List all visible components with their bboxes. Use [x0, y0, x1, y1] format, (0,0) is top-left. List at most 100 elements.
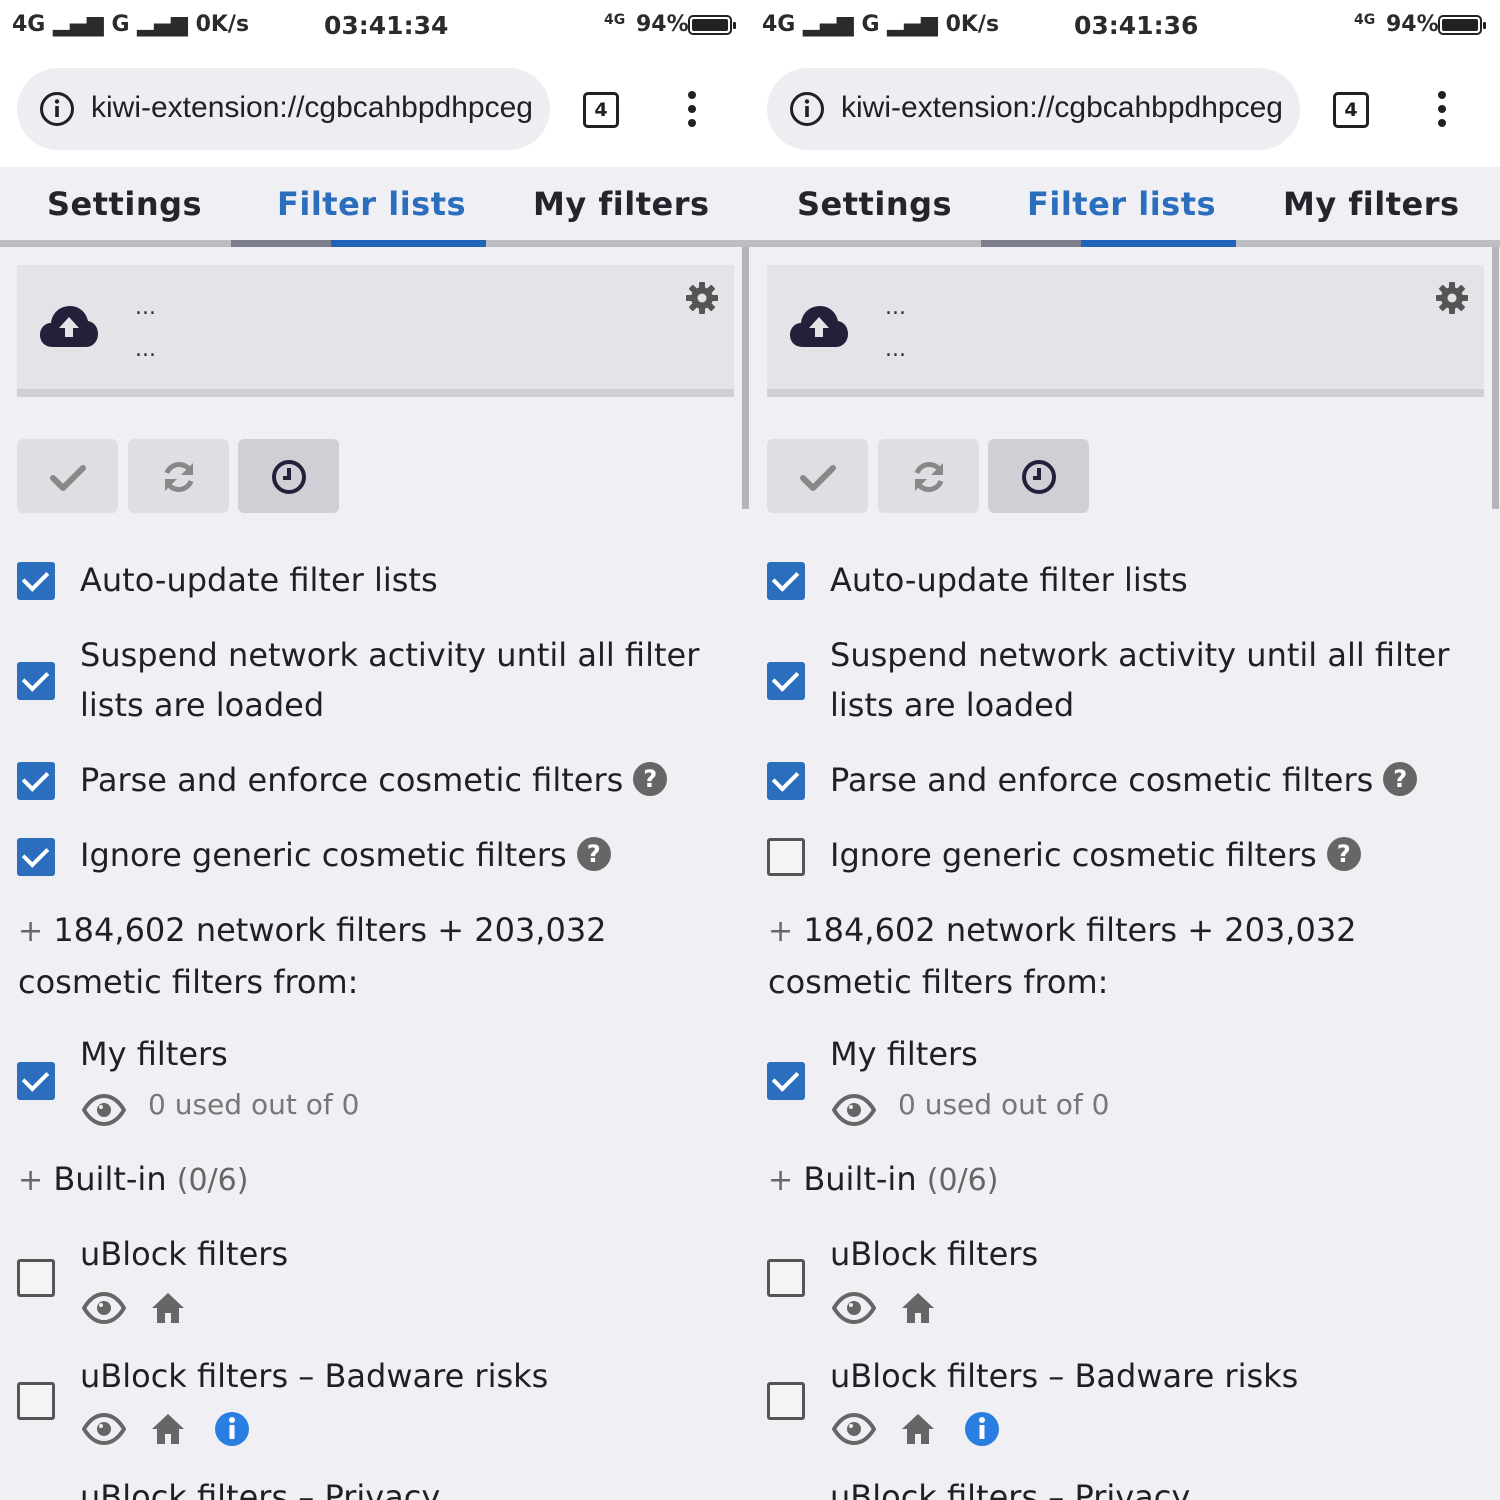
- auto-update-label: Auto-update filter lists: [80, 561, 438, 599]
- cloud-upload-icon[interactable]: [39, 303, 99, 351]
- suspend-network-label-line2: lists are loaded: [80, 686, 325, 724]
- badware-filters-checkbox[interactable]: [17, 1382, 55, 1420]
- my-filters-checkbox[interactable]: [767, 1062, 805, 1100]
- scrollbar[interactable]: [742, 247, 749, 509]
- tab-filter-lists[interactable]: Filter lists: [1027, 185, 1216, 223]
- auto-update-label: Auto-update filter lists: [830, 561, 1188, 599]
- purge-cache-button[interactable]: [988, 439, 1089, 513]
- help-icon[interactable]: ?: [1383, 762, 1418, 796]
- scrollbar[interactable]: [1492, 247, 1499, 509]
- builtin-label: Built-in: [53, 1160, 167, 1198]
- screenshot-panel-left: 4G ▂▄▆ G ▂▄▆ 0K/s 03:41:34 4G 94% kiwi-e…: [0, 0, 750, 1500]
- filter-counts-line2: cosmetic filters from:: [18, 963, 359, 1001]
- eye-icon[interactable]: [82, 1411, 126, 1447]
- tab-my-filters[interactable]: My filters: [533, 185, 710, 223]
- cosmetic-filters-row: Parse and enforce cosmetic filters?: [830, 755, 1418, 805]
- tab-switcher-button[interactable]: 4: [583, 92, 619, 128]
- filter-counts-line2: cosmetic filters from:: [768, 963, 1109, 1001]
- url-bar[interactable]: kiwi-extension://cgbcahbpdhpceg: [767, 68, 1300, 150]
- auto-update-checkbox[interactable]: [767, 562, 805, 600]
- ignore-generic-checkbox[interactable]: [767, 838, 805, 876]
- filter-counts: + 184,602 network filters + 203,032 cosm…: [768, 905, 1468, 1007]
- menu-dots-icon[interactable]: [1432, 90, 1452, 130]
- my-filters-used: 0 used out of 0: [898, 1088, 1110, 1121]
- apply-changes-button[interactable]: [767, 439, 868, 513]
- tab-my-filters[interactable]: My filters: [1283, 185, 1460, 223]
- info-icon[interactable]: [39, 91, 75, 127]
- home-icon[interactable]: [150, 1411, 186, 1447]
- tab-settings[interactable]: Settings: [47, 185, 202, 223]
- cosmetic-filters-checkbox[interactable]: [767, 762, 805, 800]
- suspend-network-checkbox[interactable]: [17, 662, 55, 700]
- help-icon[interactable]: ?: [633, 762, 668, 796]
- eye-icon[interactable]: [82, 1290, 126, 1326]
- my-filters-checkbox[interactable]: [17, 1062, 55, 1100]
- builtin-count: (0/6): [176, 1163, 249, 1198]
- info-icon[interactable]: [789, 91, 825, 127]
- url-bar[interactable]: kiwi-extension://cgbcahbpdhpceg: [17, 68, 550, 150]
- builtin-group[interactable]: + Built-in (0/6): [768, 1160, 998, 1198]
- url-text[interactable]: kiwi-extension://cgbcahbpdhpceg: [91, 88, 537, 128]
- gear-icon[interactable]: [685, 281, 719, 315]
- cosmetic-filters-checkbox[interactable]: [17, 762, 55, 800]
- home-icon[interactable]: [900, 1411, 936, 1447]
- status-line-1: ...: [135, 295, 156, 320]
- expand-icon[interactable]: +: [768, 1163, 793, 1198]
- eye-icon[interactable]: [832, 1092, 876, 1128]
- url-text[interactable]: kiwi-extension://cgbcahbpdhpceg: [841, 88, 1287, 128]
- clock-icon: [1022, 460, 1056, 494]
- apply-changes-button[interactable]: [17, 439, 118, 513]
- status-line-2: ...: [135, 337, 156, 362]
- my-filters-label: My filters: [830, 1035, 978, 1073]
- my-filters-used: 0 used out of 0: [148, 1088, 360, 1121]
- ignore-generic-row: Ignore generic cosmetic filters?: [830, 830, 1361, 880]
- tab-active-indicator: [231, 240, 486, 247]
- eye-icon[interactable]: [82, 1092, 126, 1128]
- ublock-filters-checkbox[interactable]: [17, 1259, 55, 1297]
- help-icon[interactable]: ?: [1326, 837, 1361, 871]
- tab-bar: Settings Filter lists My filters: [750, 167, 1500, 247]
- ublock-filters-label: uBlock filters: [830, 1235, 1039, 1273]
- help-icon[interactable]: ?: [576, 837, 611, 871]
- status-network: 4G: [604, 12, 626, 28]
- menu-dots-icon[interactable]: [682, 90, 702, 130]
- update-now-button[interactable]: [878, 439, 979, 513]
- cloud-upload-icon[interactable]: [789, 303, 849, 351]
- auto-update-checkbox[interactable]: [17, 562, 55, 600]
- ignore-generic-row: Ignore generic cosmetic filters?: [80, 830, 611, 880]
- suspend-network-checkbox[interactable]: [767, 662, 805, 700]
- gear-icon[interactable]: [1435, 281, 1469, 315]
- update-now-button[interactable]: [128, 439, 229, 513]
- tab-bar: Settings Filter lists My filters: [0, 167, 750, 247]
- builtin-group[interactable]: + Built-in (0/6): [18, 1160, 248, 1198]
- status-bar: 4G ▂▄▆ G ▂▄▆ 0K/s 03:41:36 4G 94%: [750, 0, 1500, 52]
- my-filters-label: My filters: [80, 1035, 228, 1073]
- info-circle-icon[interactable]: [214, 1411, 250, 1447]
- suspend-network-label-line1: Suspend network activity until all filte…: [80, 636, 700, 674]
- status-network: 4G: [1354, 12, 1376, 28]
- status-signal-text: 4G ▂▄▆ G ▂▄▆ 0K/s: [12, 12, 250, 37]
- expand-icon[interactable]: +: [18, 1163, 43, 1198]
- tab-filter-lists[interactable]: Filter lists: [277, 185, 466, 223]
- status-signal-text: 4G ▂▄▆ G ▂▄▆ 0K/s: [762, 12, 1000, 37]
- battery-icon: [1438, 15, 1486, 35]
- ignore-generic-checkbox[interactable]: [17, 838, 55, 876]
- status-bar: 4G ▂▄▆ G ▂▄▆ 0K/s 03:41:34 4G 94%: [0, 0, 750, 52]
- tab-settings[interactable]: Settings: [797, 185, 952, 223]
- cosmetic-filters-label: Parse and enforce cosmetic filters: [80, 761, 624, 799]
- ublock-filters-checkbox[interactable]: [767, 1259, 805, 1297]
- tab-switcher-button[interactable]: 4: [1333, 92, 1369, 128]
- badware-filters-checkbox[interactable]: [767, 1382, 805, 1420]
- status-line-2: ...: [885, 337, 906, 362]
- eye-icon[interactable]: [832, 1290, 876, 1326]
- status-line-1: ...: [885, 295, 906, 320]
- purge-cache-button[interactable]: [238, 439, 339, 513]
- info-circle-icon[interactable]: [964, 1411, 1000, 1447]
- update-status-card: ... ...: [17, 265, 734, 397]
- filter-counts-line1: 184,602 network filters + 203,032: [53, 911, 607, 949]
- plus-sign: +: [768, 914, 794, 949]
- home-icon[interactable]: [900, 1290, 936, 1326]
- eye-icon[interactable]: [832, 1411, 876, 1447]
- plus-sign: +: [18, 914, 44, 949]
- home-icon[interactable]: [150, 1290, 186, 1326]
